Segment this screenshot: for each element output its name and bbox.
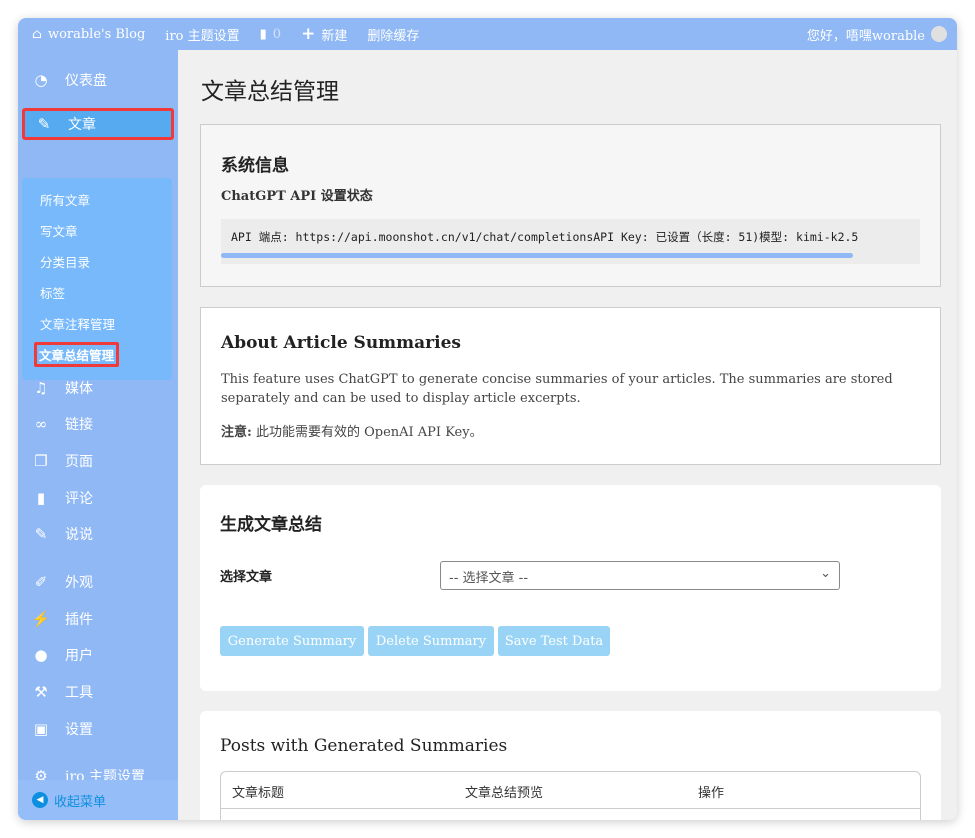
sidebar-item-media[interactable]: ♫ 媒体 <box>18 372 178 404</box>
sidebar: ◔ 仪表盘 ✎ 文章 所有文章 写文章 分类目录 标签 文章注释管理 文章总结管理 … <box>18 50 178 820</box>
sidebar-item-comments[interactable]: ▮ 评论 <box>18 482 178 514</box>
user-icon: ● <box>34 646 48 664</box>
sidebar-item-tools[interactable]: ⚒ 工具 <box>18 676 178 708</box>
label: 收起菜单 <box>54 794 107 810</box>
sidebar-item-shuoshuo[interactable]: ✎ 说说 <box>18 518 178 550</box>
posts-submenu: 所有文章 写文章 分类目录 标签 文章注释管理 文章总结管理 <box>22 178 172 380</box>
collapse-menu-button[interactable]: ◀ 收起菜单 <box>18 780 178 820</box>
api-status-text: API 端点: https://api.moonshot.cn/v1/chat/… <box>231 230 859 244</box>
posts-panel: Posts with Generated Summaries 文章标题 文章总结… <box>200 711 941 820</box>
horizontal-scrollbar[interactable] <box>221 253 853 258</box>
home-icon: ⌂ <box>32 26 42 42</box>
brush-icon: ✐ <box>34 573 48 591</box>
summaries-table: 文章标题 文章总结预览 操作 <box>220 771 921 820</box>
link-icon: ∞ <box>34 415 48 433</box>
api-status-label: ChatGPT API 设置状态 <box>221 189 373 204</box>
wrench-icon: ⚒ <box>34 683 48 701</box>
note-text: 此功能需要有效的 OpenAI API Key。 <box>255 425 483 440</box>
new-label: 新建 <box>321 28 348 44</box>
sidebar-item-users[interactable]: ● 用户 <box>18 639 178 671</box>
settings-icon: ▣ <box>33 720 49 738</box>
comment-count: 0 <box>272 26 282 42</box>
page-title: 文章总结管理 <box>201 79 339 105</box>
sidebar-item-links[interactable]: ∞ 链接 <box>18 408 178 440</box>
avatar <box>931 26 947 42</box>
note-label: 注意: <box>221 425 252 440</box>
collapse-icon: ◀ <box>32 792 48 808</box>
sidebar-item-dashboard[interactable]: ◔ 仪表盘 <box>18 64 178 96</box>
pages-icon: ❐ <box>34 452 48 470</box>
plus-icon: + <box>301 24 316 44</box>
label: 说说 <box>65 527 93 543</box>
label: 插件 <box>65 612 93 628</box>
sidebar-item-appearance[interactable]: ✐ 外观 <box>18 566 178 598</box>
about-panel: About Article Summaries This feature use… <box>200 307 941 465</box>
generate-heading: 生成文章总结 <box>220 515 322 535</box>
about-heading: About Article Summaries <box>221 333 461 353</box>
pin-icon: ✎ <box>34 525 48 543</box>
pin-icon: ✎ <box>37 115 51 133</box>
admin-bar: ⌂ worable's Blog iro 主题设置 ▮ 0 + 新建 删除缓存 您好，… <box>18 18 957 50</box>
comments-link[interactable]: ▮ 0 <box>260 27 281 42</box>
column-actions: 操作 <box>698 786 725 801</box>
site-name: worable's Blog <box>47 26 146 42</box>
label: 仪表盘 <box>65 73 107 89</box>
sidebar-item-posts[interactable]: ✎ 文章 <box>22 108 174 140</box>
sidebar-item-plugins[interactable]: ⚡ 插件 <box>18 603 178 635</box>
label: 链接 <box>65 417 93 433</box>
theme-settings-link[interactable]: iro 主题设置 <box>165 25 239 44</box>
label: 工具 <box>65 685 93 701</box>
about-text: This feature uses ChatGPT to generate co… <box>221 372 893 406</box>
submenu-categories[interactable]: 分类目录 <box>40 252 90 271</box>
select-value: -- 选择文章 -- <box>449 571 529 586</box>
clear-cache-link[interactable]: 删除缓存 <box>367 25 419 44</box>
submenu-tags[interactable]: 标签 <box>40 283 65 302</box>
submenu-annotations[interactable]: 文章注释管理 <box>40 314 115 333</box>
table-header: 文章标题 文章总结预览 操作 <box>221 772 920 809</box>
save-test-data-button[interactable]: Save Test Data <box>498 626 610 656</box>
delete-summary-button[interactable]: Delete Summary <box>368 626 494 656</box>
generate-summary-button[interactable]: Generate Summary <box>220 626 364 656</box>
label: 页面 <box>65 454 93 470</box>
posts-heading: Posts with Generated Summaries <box>220 736 508 756</box>
system-info-heading: 系统信息 <box>221 156 289 176</box>
label: 媒体 <box>65 381 93 397</box>
label: 外观 <box>65 575 93 591</box>
submenu-write-post[interactable]: 写文章 <box>40 221 78 240</box>
comment-icon: ▮ <box>259 26 267 42</box>
label: 用户 <box>65 648 93 664</box>
column-preview: 文章总结预览 <box>465 786 544 801</box>
browser-window: ⌂ worable's Blog iro 主题设置 ▮ 0 + 新建 删除缓存 您好，… <box>18 18 957 820</box>
chevron-down-icon: ⌄ <box>820 566 831 581</box>
dashboard-icon: ◔ <box>34 71 48 89</box>
label: 文章 <box>68 117 96 133</box>
media-icon: ♫ <box>34 379 48 397</box>
site-link[interactable]: ⌂ worable's Blog <box>32 27 145 42</box>
account-menu[interactable]: 您好，唔嘿worable <box>807 25 947 44</box>
generate-panel: 生成文章总结 选择文章 -- 选择文章 -- ⌄ Generate Summary… <box>200 485 941 691</box>
api-status-code: API 端点: https://api.moonshot.cn/v1/chat/… <box>221 219 920 264</box>
select-post-dropdown[interactable]: -- 选择文章 -- ⌄ <box>440 561 840 590</box>
main-content: 文章总结管理 系统信息 ChatGPT API 设置状态 API 端点: htt… <box>178 50 957 820</box>
label: 设置 <box>65 722 93 738</box>
label: 评论 <box>65 491 93 507</box>
system-info-panel: 系统信息 ChatGPT API 设置状态 API 端点: https://ap… <box>200 124 941 287</box>
submenu-all-posts[interactable]: 所有文章 <box>40 190 90 209</box>
new-link[interactable]: + 新建 <box>301 24 347 44</box>
sidebar-item-settings[interactable]: ▣ 设置 <box>18 713 178 745</box>
plugin-icon: ⚡ <box>31 610 51 628</box>
column-title: 文章标题 <box>232 786 285 801</box>
greeting: 您好，唔嘿worable <box>806 28 925 44</box>
submenu-summaries[interactable]: 文章总结管理 <box>34 342 120 367</box>
sidebar-item-pages[interactable]: ❐ 页面 <box>18 445 178 477</box>
comment-icon: ▮ <box>36 489 46 507</box>
